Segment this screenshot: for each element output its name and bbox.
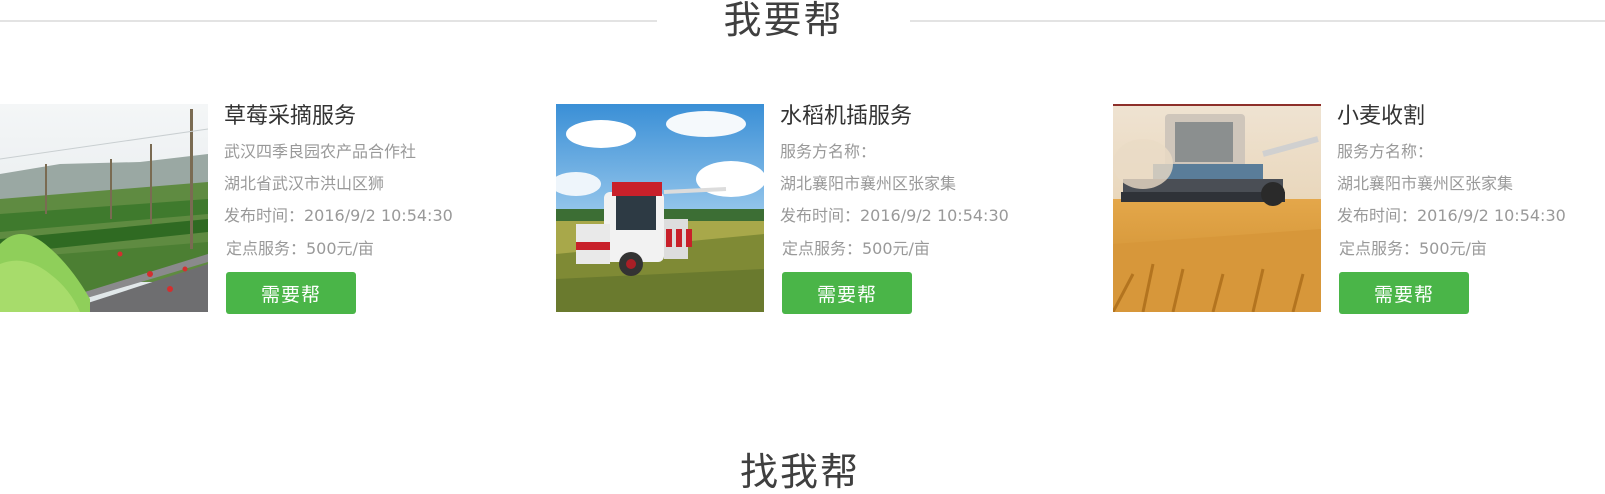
need-help-button[interactable]: 需要帮 <box>1339 272 1469 314</box>
service-title[interactable]: 小麦收割 <box>1337 104 1425 130</box>
service-price: 定点服务：500元/亩 <box>782 239 930 258</box>
service-address: 湖北省武汉市洪山区狮 <box>224 174 385 193</box>
need-help-button[interactable]: 需要帮 <box>782 272 912 314</box>
service-title[interactable]: 水稻机插服务 <box>780 104 912 130</box>
wheat-harvester-photo[interactable] <box>1113 104 1321 312</box>
service-publish-time: 发布时间：2016/9/2 10:54:30 <box>1337 206 1566 225</box>
service-publish-time: 发布时间：2016/9/2 10:54:30 <box>780 206 1009 225</box>
service-publish-time: 发布时间：2016/9/2 10:54:30 <box>224 206 453 225</box>
section-divider-right <box>910 20 1605 22</box>
service-title[interactable]: 草莓采摘服务 <box>224 104 356 130</box>
service-provider: 武汉四季良园农产品合作社 <box>224 142 417 161</box>
strawberry-field-photo[interactable] <box>0 104 208 312</box>
service-provider: 服务方名称： <box>780 142 877 161</box>
service-price: 定点服务：500元/亩 <box>1339 239 1487 258</box>
next-section-title: 找我帮 <box>739 450 860 494</box>
section-divider-left <box>0 20 657 22</box>
service-address: 湖北襄阳市襄州区张家集 <box>1337 174 1514 193</box>
service-price: 定点服务：500元/亩 <box>226 239 374 258</box>
service-address: 湖北襄阳市襄州区张家集 <box>780 174 957 193</box>
service-provider: 服务方名称： <box>1337 142 1434 161</box>
rice-transplanter-photo[interactable] <box>556 104 764 312</box>
section-title: 我要帮 <box>723 0 844 42</box>
need-help-button[interactable]: 需要帮 <box>226 272 356 314</box>
